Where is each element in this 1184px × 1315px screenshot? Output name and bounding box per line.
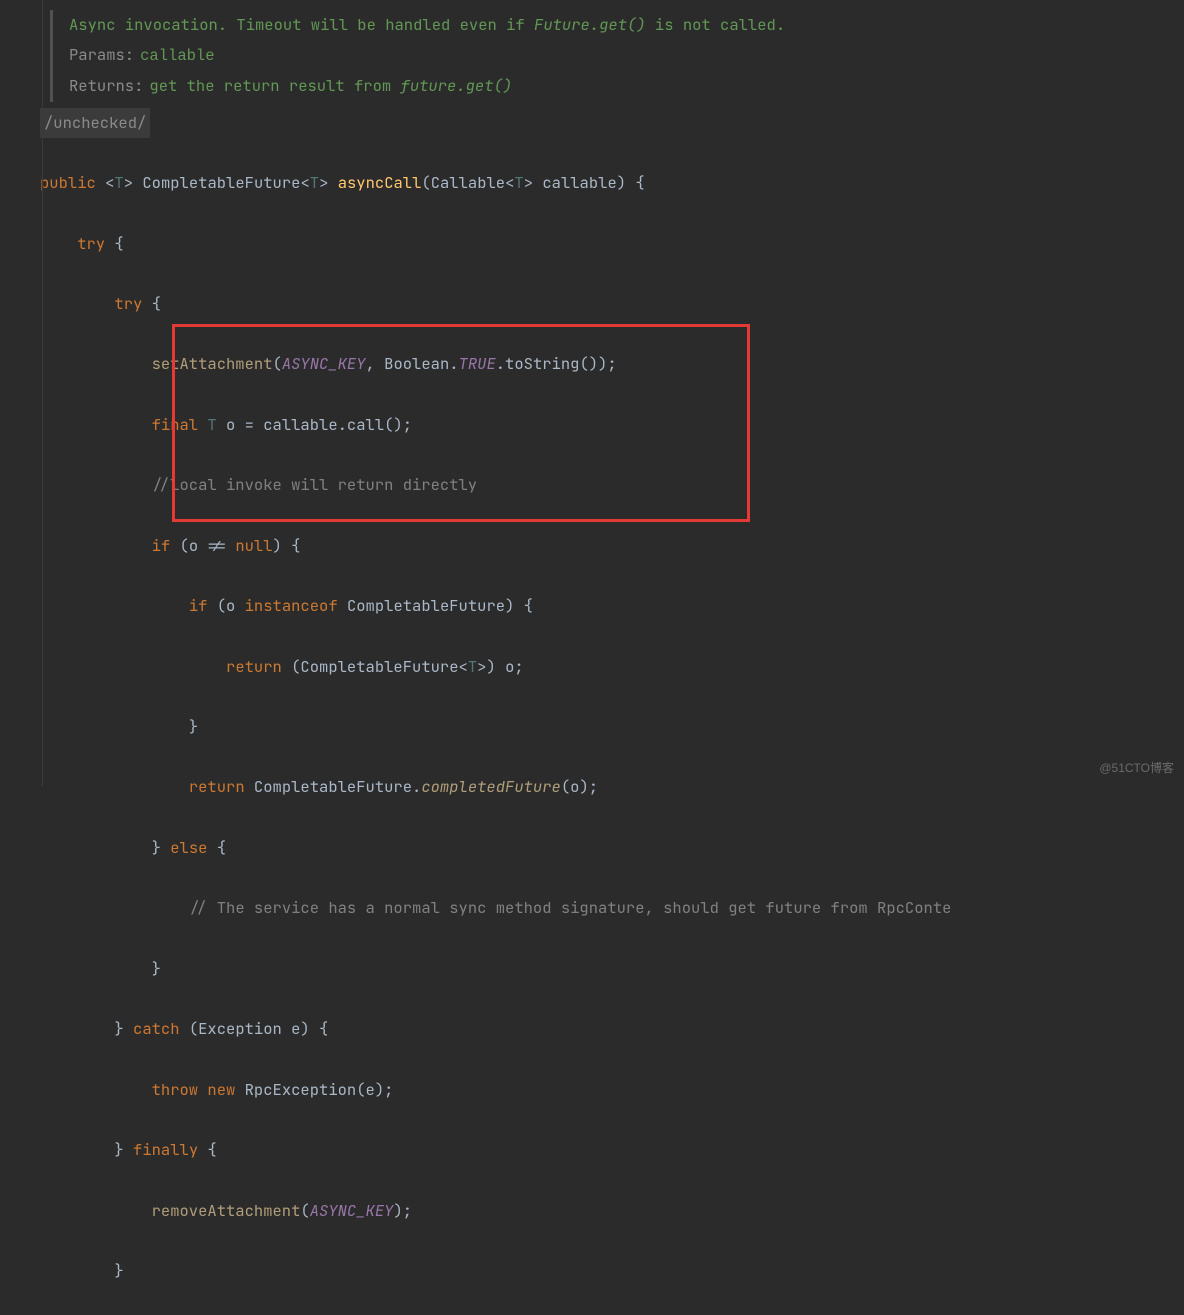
code-line[interactable]: if (o != null) { [40, 531, 1184, 561]
code-line[interactable]: // The service has a normal sync method … [40, 893, 1184, 923]
gutter-line [42, 0, 43, 786]
code-line[interactable]: } [40, 712, 1184, 742]
code-line[interactable]: } catch (Exception e) { [40, 1014, 1184, 1044]
code-line[interactable]: final T o = callable.call(); [40, 410, 1184, 440]
unchecked-annotation: /unchecked/ [40, 108, 150, 138]
doc-description: Async invocation. Timeout will be handle… [69, 10, 1184, 40]
code-line[interactable]: public <T> CompletableFuture<T> asyncCal… [40, 168, 1184, 198]
code-line[interactable]: } finally { [40, 1135, 1184, 1165]
code-line[interactable]: try { [40, 229, 1184, 259]
javadoc-block: Async invocation. Timeout will be handle… [50, 10, 1184, 102]
code-line[interactable]: setAttachment(ASYNC_KEY, Boolean.TRUE.to… [40, 349, 1184, 379]
code-line[interactable]: removeAttachment(ASYNC_KEY); [40, 1196, 1184, 1226]
doc-text: is not called. [646, 14, 786, 35]
returns-label: Returns: [69, 75, 143, 96]
code-line[interactable]: //local invoke will return directly [40, 470, 1184, 500]
watermark: @51CTO博客 [1099, 757, 1174, 780]
doc-text: Async invocation. Timeout will be handle… [69, 14, 534, 35]
code-line[interactable]: if (o instanceof CompletableFuture) { [40, 591, 1184, 621]
code-line[interactable]: return CompletableFuture.completedFuture… [40, 772, 1184, 802]
doc-inline-code: Future.get() [534, 14, 646, 35]
doc-returns-row: Returns: get the return result from futur… [69, 71, 1184, 101]
code-line[interactable]: } [40, 1256, 1184, 1286]
doc-params-row: Params: callable [69, 40, 1184, 71]
code-line[interactable]: try { [40, 289, 1184, 319]
params-label: Params: [69, 44, 134, 65]
code-line[interactable]: throw new RpcException(e); [40, 1075, 1184, 1105]
returns-code: future.get() [401, 75, 513, 96]
code-line[interactable]: return (CompletableFuture<T>) o; [40, 652, 1184, 682]
code-line[interactable]: } [40, 954, 1184, 984]
code-line[interactable]: } else { [40, 833, 1184, 863]
code-editor[interactable]: public <T> CompletableFuture<T> asyncCal… [40, 138, 1184, 1315]
returns-text: get the return result from [149, 75, 400, 96]
params-value: callable [140, 47, 214, 65]
